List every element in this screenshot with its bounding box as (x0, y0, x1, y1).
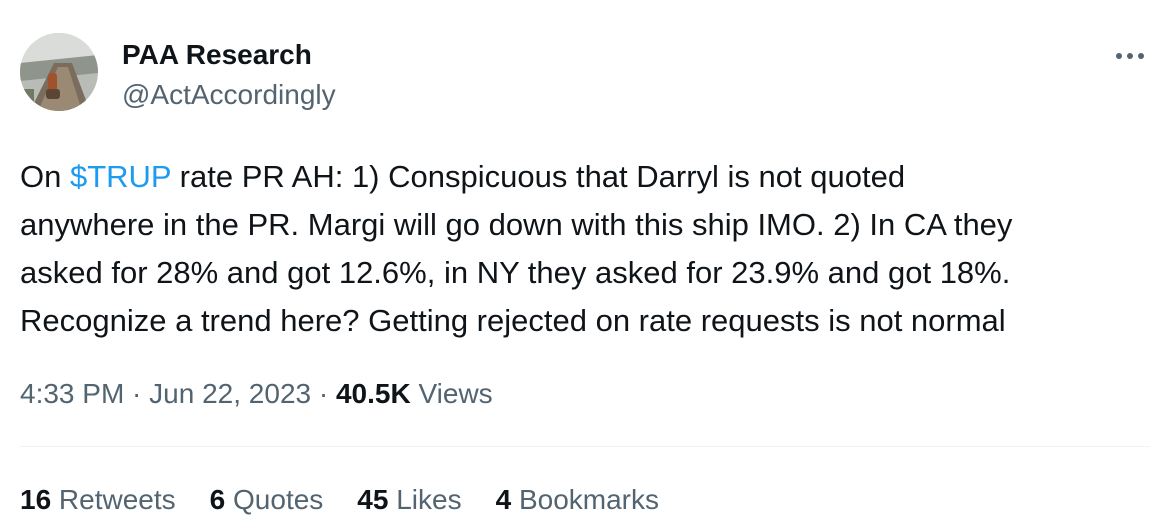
tweet-date[interactable]: Jun 22, 2023 (149, 378, 311, 409)
likes-label: Likes (388, 484, 462, 515)
avatar[interactable] (20, 33, 98, 111)
tweet-text: On $TRUP rate PR AH: 1) Conspicuous that… (20, 153, 1150, 345)
retweets-count: 16 (20, 484, 52, 515)
retweets-stat[interactable]: 16 Retweets (20, 482, 176, 518)
author-display-name[interactable]: PAA Research (122, 38, 312, 72)
views-count: 40.5K (335, 378, 411, 409)
bookmarks-label: Bookmarks (511, 484, 660, 515)
more-options-button[interactable] (1108, 40, 1152, 72)
more-horizontal-icon (1116, 53, 1144, 59)
avatar-photo (20, 33, 98, 111)
tweet-line: asked for 28% and got 12.6%, in NY they … (20, 255, 1011, 290)
quotes-count: 6 (209, 484, 226, 515)
retweets-label: Retweets (51, 484, 176, 515)
engagement-stats: 16 Retweets 6 Quotes 45 Likes 4 Bookmarks (20, 482, 659, 518)
bookmarks-stat[interactable]: 4 Bookmarks (496, 482, 659, 518)
quotes-label: Quotes (225, 484, 324, 515)
tweet-line: anywhere in the PR. Margi will go down w… (20, 207, 1013, 242)
bookmarks-count: 4 (495, 484, 512, 515)
tweet-line-suffix: rate PR AH: 1) Conspicuous that Darryl i… (171, 159, 906, 194)
quotes-stat[interactable]: 6 Quotes (210, 482, 324, 518)
tweet-line: On $TRUP rate PR AH: 1) Conspicuous that… (20, 153, 1150, 201)
cashtag-link[interactable]: $TRUP (70, 159, 171, 194)
meta-separator: · (124, 378, 150, 409)
tweet-meta: 4:33 PM · Jun 22, 2023 · 40.5K Views (20, 376, 493, 412)
tweet-time[interactable]: 4:33 PM (20, 378, 124, 409)
likes-stat[interactable]: 45 Likes (357, 482, 461, 518)
likes-count: 45 (357, 484, 389, 515)
views-label: Views (410, 378, 493, 409)
author-handle[interactable]: @ActAccordingly (122, 78, 336, 112)
tweet-line: Recognize a trend here? Getting rejected… (20, 303, 1006, 338)
divider (20, 446, 1150, 447)
tweet-line-prefix: On (20, 159, 70, 194)
meta-separator: · (311, 378, 336, 409)
